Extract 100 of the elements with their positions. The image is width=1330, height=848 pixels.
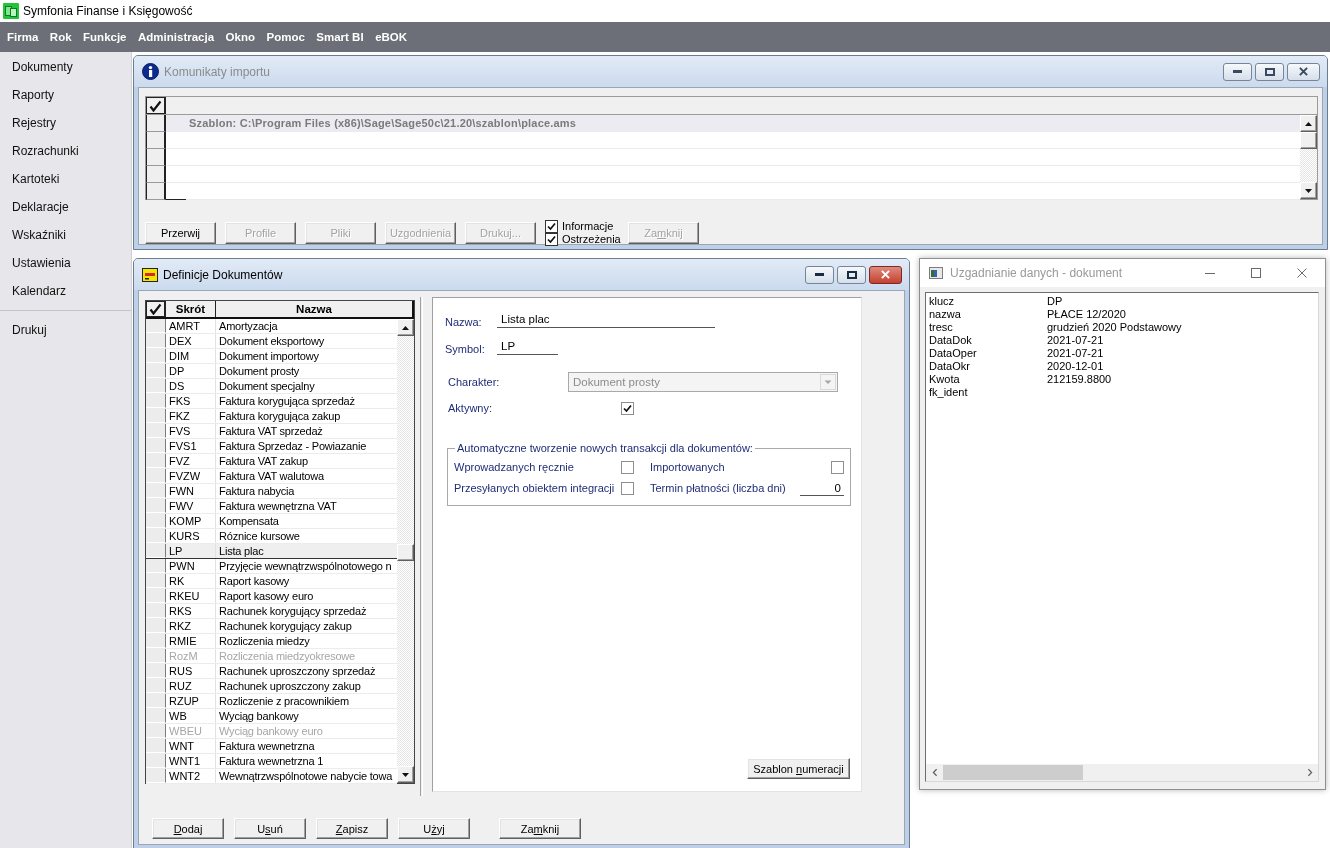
column-header[interactable]: Skrót [166,301,216,317]
form-button[interactable]: Dodaj [152,818,224,839]
up-arrow-icon [401,324,410,331]
horizontal-scrollbar[interactable] [926,764,1318,781]
table-row[interactable]: WNT2 Wewnątrzwspólnotowe nabycie towa [146,769,397,784]
symbol-field[interactable]: LP [497,339,558,355]
sidebar-item[interactable]: Wskaźniki [0,221,131,249]
row-selector[interactable] [146,183,166,200]
minimize-button[interactable] [805,265,834,284]
sidebar-item[interactable]: Rejestry [0,109,131,137]
close-icon [1299,67,1308,76]
table-row[interactable]: DIM Dokument importowy [146,349,397,364]
table-cell-text: Dokument importowy [218,349,320,363]
checkbox[interactable] [621,481,634,495]
restore-button[interactable] [837,265,866,284]
row-selector[interactable] [146,166,166,183]
toolbar-button[interactable]: Przerwij [145,221,216,244]
menu-item[interactable]: Funkcje [83,31,127,43]
menu-item[interactable]: Pomoc [266,31,305,43]
menu-item[interactable]: eBOK [375,31,408,43]
table-cell: AMRT [166,319,216,333]
table-row[interactable]: WNT Faktura wewnetrzna [146,739,397,754]
table-row[interactable]: KURS Róznice kursowe [146,529,397,544]
down-arrow-icon [401,771,410,778]
message-row[interactable]: Szablon: C:\Program Files (x86)\Sage\Sage50c\21.20\szablon\place.ams [166,115,1300,132]
table-row[interactable]: FVZW Faktura VAT walutowa [146,469,397,484]
sidebar-item[interactable]: Dokumenty [0,53,131,81]
menu-item[interactable]: Smart BI [316,31,364,43]
checkbox[interactable] [621,401,634,415]
scrollbar-thumb[interactable] [1300,132,1317,149]
table-row[interactable]: RKEU Raport kasowy euro [146,589,397,604]
field-value: 212159.8800 [1047,373,1112,386]
sidebar-item[interactable]: Drukuj [0,316,131,344]
checkbox[interactable] [621,460,634,474]
form-button[interactable]: Zapisz [316,818,388,839]
form-button[interactable]: Użyj [398,818,470,839]
sidebar-item[interactable]: Ustawienia [0,249,131,277]
table-row[interactable]: WNT1 Faktura wewnetrzna 1 [146,754,397,769]
table-row[interactable]: LP Lista plac [146,544,397,559]
scrollbar-thumb[interactable] [397,544,414,561]
scroll-down-button[interactable] [1300,182,1317,199]
name-field[interactable]: Lista plac [497,312,715,328]
table-cell-text: Faktura wewnętrzna VAT [218,499,338,513]
sidebar-item[interactable]: Deklaracje [0,193,131,221]
column-header[interactable]: Nazwa [216,301,414,317]
menu-item[interactable]: Firma [7,31,39,43]
scrollbar-thumb[interactable] [943,765,1083,780]
table-row[interactable]: PWN Przyjęcie wewnątrzwspólnotowego n [146,559,397,574]
form-button[interactable]: Usuń [234,818,306,839]
table-row[interactable]: AMRT Amortyzacja [146,319,397,334]
table-row[interactable]: DP Dokument prosty [146,364,397,379]
table-row[interactable]: FWN Faktura nabycia [146,484,397,499]
table-row[interactable]: RK Raport kasowy [146,574,397,589]
table-row[interactable]: FKS Faktura korygująca sprzedaż [146,394,397,409]
close-button[interactable] [869,265,902,284]
field-label: Nazwa: [445,316,483,328]
vertical-scrollbar[interactable] [1300,115,1317,199]
numbering-button[interactable]: Szablon numeracji [747,758,850,779]
sidebar-item[interactable]: Rozrachunki [0,137,131,165]
up-arrow-icon [1304,120,1313,127]
table-row[interactable]: FVZ Faktura VAT zakup [146,454,397,469]
close-button[interactable] [1287,62,1320,81]
table-row[interactable]: RKZ Rachunek korygujący zakup [146,619,397,634]
table-row[interactable]: RMIE Rozliczenia miedzy [146,634,397,649]
field-name: Kwota [929,373,961,386]
restore-button[interactable] [1255,62,1284,81]
table-row[interactable]: RUZ Rachunek uproszczony zakup [146,679,397,694]
table-row[interactable]: RKS Rachunek korygujący sprzedaż [146,604,397,619]
table-row[interactable]: FVS1 Faktura Sprzedaz - Powiazanie [146,439,397,454]
table-row[interactable]: FVS Faktura VAT sprzedaż [146,424,397,439]
minimize-button[interactable] [1223,62,1252,81]
table-row[interactable]: FWV Faktura wewnętrzna VAT [146,499,397,514]
row-selector[interactable] [146,115,166,132]
table-cell: FVZ [166,454,216,468]
table-row[interactable]: DEX Dokument eksportowy [146,334,397,349]
scroll-down-button[interactable] [397,766,414,783]
close-icon [881,270,890,279]
menu-item[interactable]: Rok [49,31,72,43]
checkbox[interactable] [545,219,558,233]
number-field[interactable]: 0 [800,480,844,496]
table-cell: RKEU [166,589,216,603]
table-row[interactable]: DS Dokument specjalny [146,379,397,394]
sidebar-item[interactable]: Raporty [0,81,131,109]
form-button[interactable]: Zamknij [499,818,581,839]
menu-item[interactable]: Okno [225,31,255,43]
row-selector[interactable] [146,149,166,166]
row-selector[interactable] [146,132,166,149]
table-row[interactable]: RZUP Rozliczenie z pracownikiem [146,694,397,709]
table-row[interactable]: FKZ Faktura korygująca zakup [146,409,397,424]
scroll-up-button[interactable] [397,319,414,336]
menu-item[interactable]: Administracja [138,31,215,43]
vertical-scrollbar[interactable] [397,319,414,783]
checkbox[interactable] [831,460,844,474]
scroll-up-button[interactable] [1300,115,1317,132]
sidebar-item[interactable]: Kalendarz [0,277,131,305]
sidebar-item[interactable]: Kartoteki [0,165,131,193]
table-row[interactable]: RUS Rachunek uproszczony sprzedaż [146,664,397,679]
table-row[interactable]: KOMP Kompensata [146,514,397,529]
field-name: nazwa [929,308,962,321]
table-row[interactable]: WB Wyciąg bankowy [146,709,397,724]
